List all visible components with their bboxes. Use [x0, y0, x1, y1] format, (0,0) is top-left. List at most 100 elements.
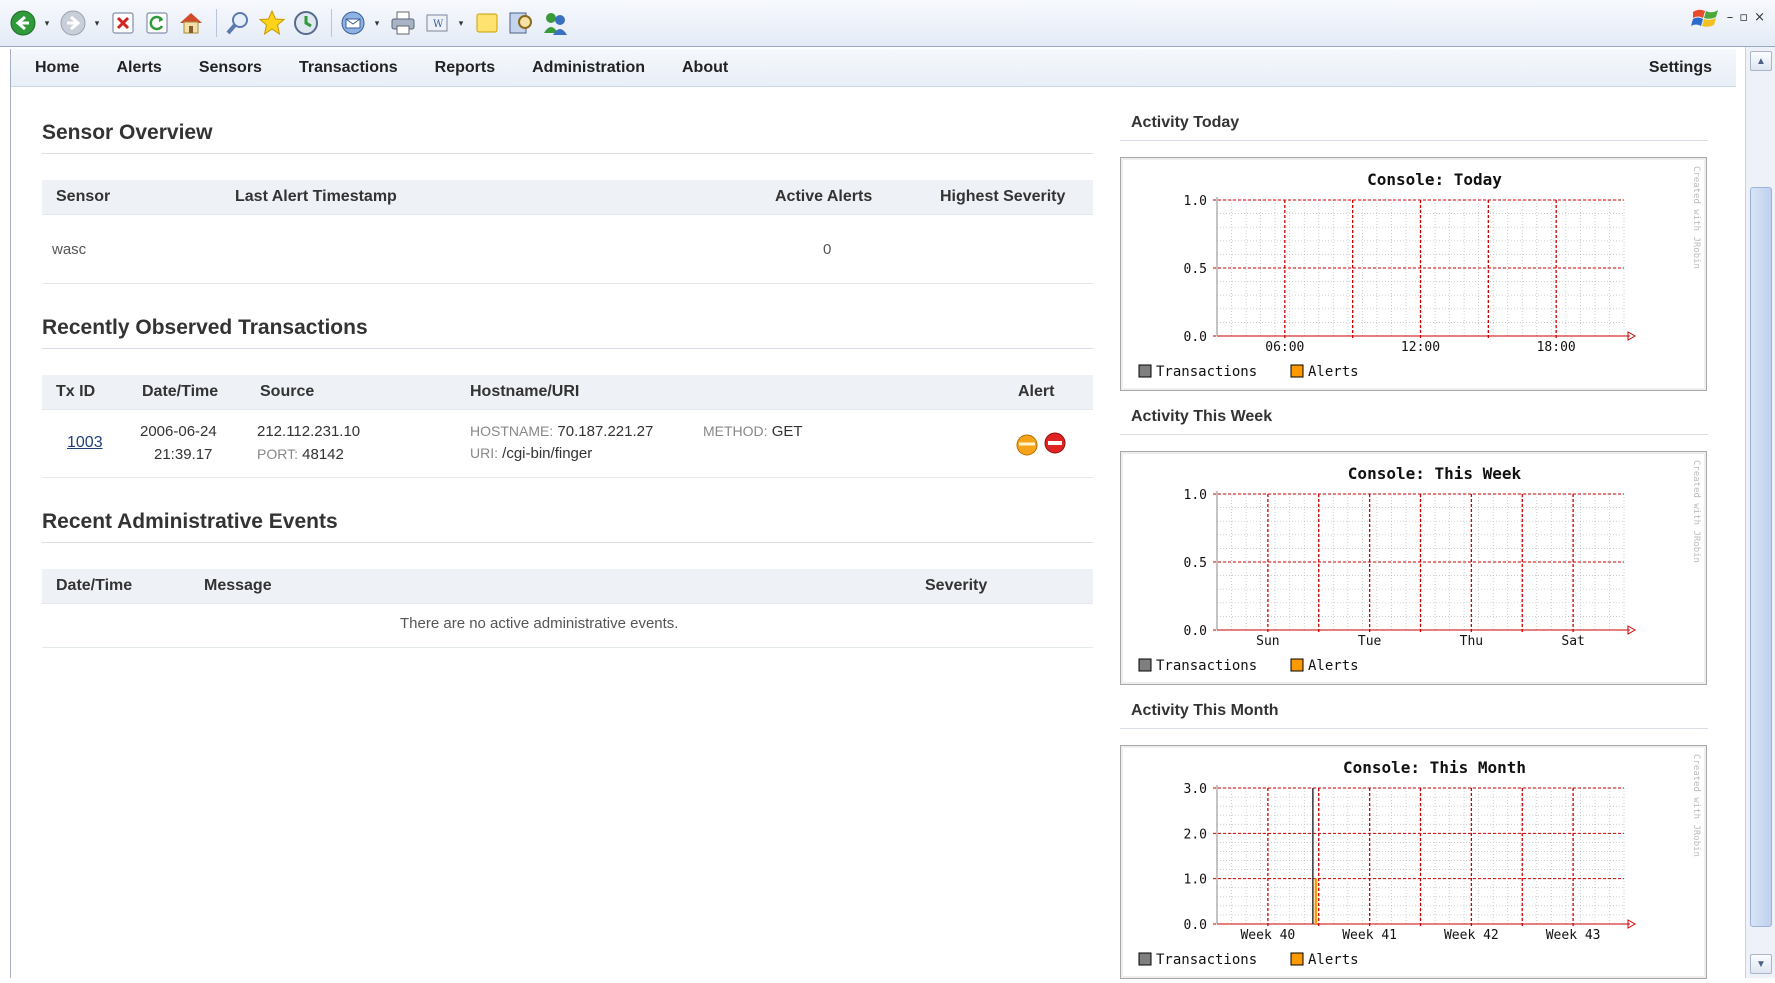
discuss-icon[interactable] [472, 8, 502, 38]
hostname-value: 70.187.221.27 [557, 423, 654, 440]
activity-today-title: Activity Today [1131, 114, 1240, 131]
chart-x-tick-label: Tue [1358, 634, 1382, 649]
chart-legend-label: Alerts [1308, 364, 1359, 380]
chart-legend-swatch [1290, 364, 1304, 378]
nav-alerts[interactable]: Alerts [116, 59, 161, 77]
col-highest-severity: Highest Severity [940, 188, 1066, 205]
chart-x-tick-label: 06:00 [1265, 340, 1304, 355]
chart-legend-swatch [1138, 658, 1152, 672]
tx-source-ip: 212.112.231.10 [257, 423, 361, 440]
home-icon[interactable] [176, 8, 206, 38]
scroll-up-icon[interactable]: ▲ [1750, 51, 1772, 71]
sensor-name: wasc [52, 241, 87, 258]
nav-settings[interactable]: Settings [1649, 59, 1712, 77]
chart-x-tick-label: Week 41 [1342, 928, 1397, 943]
back-icon[interactable] [8, 8, 38, 38]
chart-y-tick-label: 3.0 [1184, 782, 1207, 797]
print-icon[interactable] [388, 8, 418, 38]
chart-legend-label: Alerts [1308, 952, 1359, 968]
nav-transactions[interactable]: Transactions [299, 59, 398, 77]
scrollbar-thumb[interactable] [1750, 187, 1772, 927]
edit-dropdown-icon[interactable]: ▾ [456, 8, 466, 38]
section-divider [1120, 728, 1708, 729]
chart-legend-label: Transactions [1156, 658, 1257, 674]
chart-y-tick-label: 0.0 [1184, 330, 1207, 345]
refresh-icon[interactable] [142, 8, 172, 38]
edit-icon[interactable]: W [422, 8, 452, 38]
chart-watermark: Created with JRobin [1691, 460, 1701, 563]
minimize-button[interactable]: – [1727, 10, 1734, 25]
section-divider [42, 153, 1093, 154]
row-divider [42, 647, 1093, 648]
back-dropdown-icon[interactable]: ▾ [42, 8, 52, 38]
close-window-button[interactable]: × [1754, 10, 1765, 25]
uri-label: URI: [470, 445, 498, 461]
col-last-alert: Last Alert Timestamp [235, 188, 397, 205]
tx-id-link[interactable]: 1003 [67, 434, 103, 452]
stop-icon[interactable] [108, 8, 138, 38]
toolbar-separator [331, 9, 332, 37]
uri-value: /cgi-bin/finger [502, 445, 593, 462]
nav-about[interactable]: About [682, 59, 728, 77]
chart-y-tick-label: 0.5 [1184, 262, 1207, 277]
chart-watermark: Created with JRobin [1691, 166, 1701, 269]
nav-home[interactable]: Home [35, 59, 79, 77]
section-divider [1120, 140, 1708, 141]
windows-logo-icon [1690, 9, 1718, 27]
scroll-down-icon[interactable]: ▼ [1750, 954, 1772, 974]
chart-x-tick-label: Week 40 [1240, 928, 1295, 943]
chart-x-tick-label: Thu [1460, 634, 1483, 649]
chart-y-tick-label: 2.0 [1184, 827, 1207, 842]
chart-y-tick-label: 1.0 [1184, 873, 1207, 888]
transactions-title: Recently Observed Transactions [42, 316, 368, 339]
forward-dropdown-icon[interactable]: ▾ [92, 8, 102, 38]
vertical-scrollbar[interactable]: ▲ ▼ [1745, 47, 1775, 978]
messenger-icon[interactable] [540, 8, 570, 38]
transactions-table-header: Tx ID Date/Time Source Hostname/URI Aler… [42, 375, 1093, 409]
chart-legend-swatch [1290, 658, 1304, 672]
col-admin-severity: Severity [925, 577, 988, 594]
chart-legend-label: Transactions [1156, 364, 1257, 380]
section-divider [42, 542, 1093, 543]
port-value: 48142 [302, 446, 344, 463]
col-sensor: Sensor [56, 188, 111, 205]
chart-legend-label: Alerts [1308, 658, 1359, 674]
row-divider [42, 603, 1093, 604]
chart-x-tick-label: Sat [1561, 634, 1584, 649]
active-alerts-count: 0 [823, 241, 832, 258]
row-divider [42, 214, 1093, 215]
nav-reports[interactable]: Reports [435, 59, 495, 77]
alert-block-icon[interactable] [1043, 431, 1067, 460]
sensor-overview-title: Sensor Overview [42, 121, 213, 144]
chart-watermark: Created with JRobin [1691, 754, 1701, 857]
col-datetime: Date/Time [142, 383, 219, 400]
chart-today: Console: Today Created with JRobin 0.0 0.5 1… [1120, 157, 1707, 391]
chart-month: Console: This Month Created with JRobin 0.… [1120, 745, 1707, 979]
nav-sensors[interactable]: Sensors [199, 59, 262, 77]
chart-legend-swatch [1138, 952, 1152, 966]
favorites-icon[interactable] [257, 8, 287, 38]
search-icon[interactable] [223, 8, 253, 38]
col-tx-id: Tx ID [56, 383, 96, 400]
research-icon[interactable] [506, 8, 536, 38]
chart-x-tick-label: Week 42 [1444, 928, 1499, 943]
svg-text:W: W [433, 19, 444, 30]
chart-svg: Console: This Month Created with JRobin 0.… [1138, 754, 1701, 968]
toolbar-separator [216, 9, 217, 37]
method-value: GET [771, 423, 803, 440]
chart-x-tick-label: 12:00 [1401, 340, 1440, 355]
forward-icon[interactable] [58, 8, 88, 38]
history-icon[interactable] [291, 8, 321, 38]
mail-dropdown-icon[interactable]: ▾ [372, 8, 382, 38]
chart-legend-swatch [1290, 952, 1304, 966]
nav-administration[interactable]: Administration [532, 59, 645, 77]
chart-y-tick-label: 1.0 [1184, 488, 1207, 503]
tx-time: 21:39.17 [154, 446, 213, 463]
chart-week: Console: This Week Created with JRobin 0.0… [1120, 451, 1707, 685]
method-label: METHOD: [703, 423, 768, 439]
restore-button[interactable]: ▫ [1739, 10, 1748, 25]
tx-method: METHOD: GET [703, 423, 803, 440]
alert-warning-icon[interactable] [1015, 433, 1039, 462]
mail-icon[interactable] [338, 8, 368, 38]
chart-y-tick-label: 0.5 [1184, 556, 1207, 571]
